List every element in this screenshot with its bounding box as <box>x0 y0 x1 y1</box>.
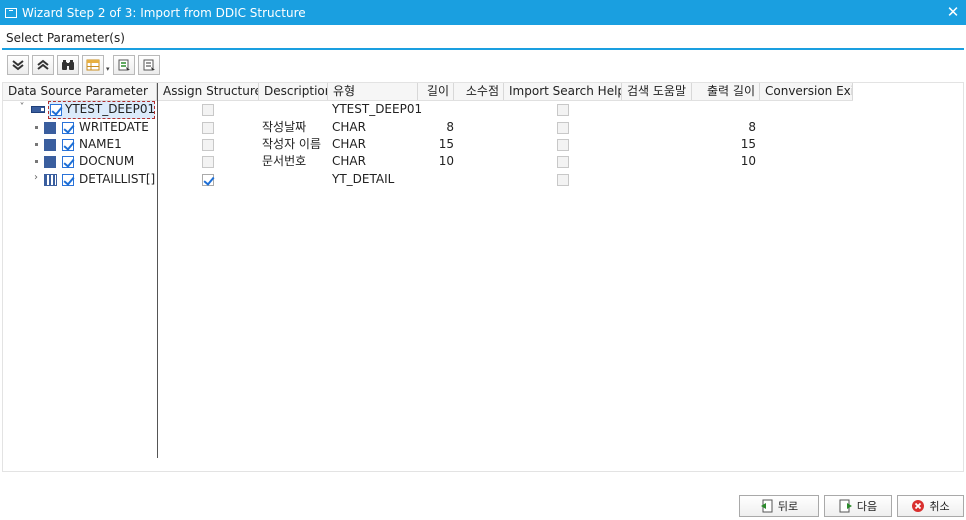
table-type-icon <box>44 174 57 186</box>
output-length-cell: 15 <box>740 137 756 151</box>
toolbar: ▾ <box>7 54 163 76</box>
output-length-cell: 10 <box>740 154 756 168</box>
leaf-bullet <box>35 143 38 146</box>
tree-checkbox[interactable] <box>62 156 74 168</box>
col-header-param[interactable]: Data Source Parameter <box>3 83 157 100</box>
select-all-button[interactable] <box>112 55 135 75</box>
leaf-bullet <box>35 160 38 163</box>
next-button[interactable]: 다음 <box>824 495 892 517</box>
chevron-down-icon[interactable]: ˅ <box>17 102 27 113</box>
field-icon <box>44 122 56 134</box>
table-row[interactable]: ˅ YTEST_DEEP01 YTEST_DEEP01 <box>3 101 963 119</box>
tree-checkbox[interactable] <box>62 122 74 134</box>
import-search-help-checkbox[interactable] <box>557 156 569 168</box>
back-button[interactable]: 뒤로 <box>739 495 819 517</box>
collapse-all-icon <box>37 59 49 70</box>
cancel-button[interactable]: 취소 <box>897 495 964 517</box>
find-icon <box>62 60 74 70</box>
table-row[interactable]: NAME1 작성자 이름 CHAR 15 15 <box>3 136 963 153</box>
wizard-window-icon <box>5 7 17 18</box>
title-bar: Wizard Step 2 of 3: Import from DDIC Str… <box>0 0 966 25</box>
section-label: Select Parameter(s) <box>6 31 125 45</box>
import-search-help-checkbox[interactable] <box>557 174 569 186</box>
length-cell: 8 <box>446 120 454 134</box>
cancel-icon <box>911 499 925 513</box>
back-icon <box>760 499 774 513</box>
next-button-label: 다음 <box>856 500 878 513</box>
assign-structure-checkbox[interactable] <box>202 139 214 151</box>
assign-structure-checkbox[interactable] <box>202 104 214 116</box>
find-button[interactable] <box>57 55 79 75</box>
col-header-search-help[interactable]: 검색 도움말 <box>622 83 692 100</box>
col-header-decimals[interactable]: 소수점 <box>454 83 504 100</box>
param-name: DETAILLIST[] <box>79 172 156 186</box>
expand-all-icon <box>12 60 24 71</box>
import-search-help-checkbox[interactable] <box>557 122 569 134</box>
length-cell <box>418 171 454 188</box>
parameter-tree-table: Data Source Parameter Assign Structure D… <box>2 82 964 472</box>
deselect-all-icon <box>143 59 155 71</box>
col-header-type[interactable]: 유형 <box>328 83 418 100</box>
param-name: YTEST_DEEP01 <box>65 102 156 116</box>
select-all-icon <box>118 59 130 71</box>
assign-structure-checkbox[interactable] <box>202 156 214 168</box>
deselect-all-button[interactable] <box>137 55 160 75</box>
output-length-cell: 8 <box>748 120 756 134</box>
param-name: NAME1 <box>79 137 122 151</box>
col-header-length[interactable]: 길이 <box>418 83 454 100</box>
param-name: DOCNUM <box>79 154 135 168</box>
description-cell: 작성날짜 <box>262 120 307 134</box>
back-button-label: 뒤로 <box>777 500 799 513</box>
type-cell: YT_DETAIL <box>332 172 395 186</box>
table-row[interactable]: › DETAILLIST[] YT_DETAIL <box>3 171 963 188</box>
length-cell: 15 <box>438 137 454 151</box>
import-search-help-checkbox[interactable] <box>557 139 569 151</box>
assign-structure-checkbox[interactable] <box>202 174 214 186</box>
tree-checkbox[interactable] <box>62 139 74 151</box>
length-cell: 10 <box>438 154 454 168</box>
table-row[interactable]: DOCNUM 문서번호 CHAR 10 10 <box>3 153 963 170</box>
output-length-cell <box>692 171 756 188</box>
type-cell: YTEST_DEEP01 <box>332 102 423 116</box>
cancel-button-label: 취소 <box>929 500 950 513</box>
structure-icon <box>31 106 45 113</box>
length-cell <box>418 101 454 118</box>
type-cell: CHAR <box>332 154 366 168</box>
param-name: WRITEDATE <box>79 120 149 134</box>
col-header-import-search-help[interactable]: Import Search Help <box>504 83 622 100</box>
next-icon <box>839 499 853 513</box>
field-icon <box>44 156 56 168</box>
col-header-description[interactable]: Description <box>259 83 328 100</box>
import-search-help-checkbox[interactable] <box>557 104 569 116</box>
tree-checkbox[interactable] <box>50 104 62 116</box>
table-row[interactable]: WRITEDATE 작성날짜 CHAR 8 8 <box>3 119 963 136</box>
layout-button[interactable] <box>82 55 104 75</box>
field-icon <box>44 139 56 151</box>
close-icon[interactable]: ✕ <box>944 3 962 21</box>
col-header-conversion-exit[interactable]: Conversion Exit <box>760 83 853 100</box>
layout-icon <box>86 59 100 71</box>
output-length-cell <box>692 101 756 118</box>
leaf-bullet <box>35 126 38 129</box>
layout-dropdown-arrow[interactable]: ▾ <box>106 65 110 76</box>
type-cell: CHAR <box>332 120 366 134</box>
chevron-right-icon[interactable]: › <box>31 172 41 183</box>
col-header-assign[interactable]: Assign Structure <box>158 83 259 100</box>
col-header-output-length[interactable]: 출력 길이 <box>692 83 760 100</box>
window-title: Wizard Step 2 of 3: Import from DDIC Str… <box>22 5 306 20</box>
tree-checkbox[interactable] <box>62 174 74 186</box>
description-cell: 문서번호 <box>262 154 307 168</box>
section-divider <box>2 48 964 50</box>
assign-structure-checkbox[interactable] <box>202 122 214 134</box>
description-cell: 작성자 이름 <box>262 137 322 151</box>
type-cell: CHAR <box>332 137 366 151</box>
expand-all-button[interactable] <box>7 55 29 75</box>
collapse-all-button[interactable] <box>32 55 54 75</box>
